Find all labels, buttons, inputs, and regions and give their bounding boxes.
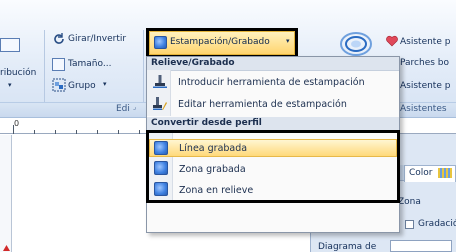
embossed-area-icon (154, 182, 168, 196)
ruler-tick (34, 130, 35, 134)
diagram-field[interactable] (390, 240, 452, 252)
stamp-engrave-icon (154, 36, 167, 49)
chevron-down-icon[interactable]: ▾ (8, 81, 12, 89)
stitch-tab-icon[interactable] (438, 168, 452, 178)
assistants-group-label: Asistentes (400, 104, 447, 114)
group-button[interactable]: Grupo (68, 81, 96, 91)
engraved-line-icon (154, 141, 168, 155)
gradation-checkbox[interactable] (405, 220, 414, 229)
ruler-tick (55, 130, 56, 134)
menu-item-label: Zona en relieve (179, 185, 254, 196)
arrange-icon[interactable] (0, 38, 20, 52)
tab-color-label: Color (409, 168, 433, 178)
edit-stamp-icon (153, 96, 167, 111)
stamp-tool-icon (153, 74, 167, 89)
stamp-engrave-label: Estampación/Grabado (170, 37, 270, 47)
menu-item-label: Introducir herramienta de estampación (178, 77, 365, 88)
chevron-down-icon[interactable]: ▾ (286, 37, 290, 45)
menu-item-label: Línea grabada (179, 143, 248, 154)
ruler-tick (13, 125, 14, 134)
engraved-area-icon (154, 161, 168, 175)
size-button[interactable]: Tamaño... (68, 59, 111, 69)
attribution-label[interactable]: ribución (0, 68, 36, 78)
group-dropdown-icon[interactable]: ▾ (103, 80, 107, 88)
dialog-launcher-icon[interactable]: ⌟ (133, 103, 136, 111)
size-icon (52, 58, 65, 71)
assistant-button-2[interactable]: Asistente p (400, 81, 450, 91)
menu-section-relief: Relieve/Grabado (147, 57, 399, 71)
gradation-label: Gradación (418, 219, 456, 229)
patches-button[interactable]: Parches bo (400, 58, 449, 68)
vertical-ruler (0, 135, 12, 252)
ruler-tick (139, 130, 140, 134)
diagram-label: Diagrama de (318, 242, 377, 252)
menu-section-convert: Convertir desde perfil (147, 117, 399, 131)
zone-label: Zona (398, 197, 421, 207)
applique-icon[interactable] (338, 30, 374, 58)
menu-item-label: Editar herramienta de estampación (178, 99, 347, 110)
edit-group-label: Edi (116, 104, 130, 114)
assistant-button-1[interactable]: Asistente p (400, 37, 450, 47)
rotate-flip-button[interactable]: Girar/Invertir (68, 34, 126, 44)
ruler-tick (118, 130, 119, 134)
group-icon (52, 78, 66, 92)
canvas-marker-icon (3, 244, 10, 251)
ruler-tick (97, 130, 98, 134)
heart-icon (386, 35, 398, 47)
ruler-zero-label: 0 (14, 119, 20, 128)
menu-item-label: Zona grabada (179, 164, 246, 175)
rotate-icon (52, 32, 66, 46)
ruler-tick (76, 130, 77, 134)
